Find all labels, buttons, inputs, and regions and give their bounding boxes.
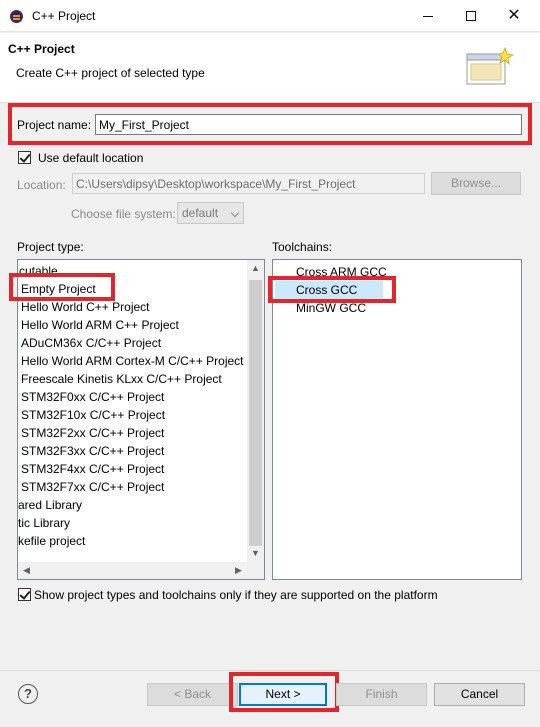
list-item[interactable]: STM32F3xx C/C++ Project [21,442,164,460]
scrollbar-thumb[interactable] [249,280,262,546]
show-supported-only-checkbox[interactable] [18,588,31,601]
eclipse-app-icon [10,10,23,23]
new-project-wizard-icon [466,46,515,85]
minimize-icon [423,16,433,17]
maximize-icon [466,11,476,21]
project-name-label: Project name: [17,118,92,132]
scroll-left-icon[interactable]: ◀ [18,562,35,579]
list-item[interactable]: STM32F7xx C/C++ Project [21,478,164,496]
list-item[interactable]: STM32F2xx C/C++ Project [21,424,164,442]
toolchains-list[interactable]: Cross ARM GCC Cross GCC MinGW GCC [272,259,522,580]
location-input[interactable] [72,173,425,194]
chevron-down-icon [230,208,240,218]
project-type-label: Project type: [17,240,84,254]
close-icon: ✕ [507,7,521,24]
project-name-input[interactable] [95,114,522,135]
wizard-title: C++ Project [8,42,75,56]
next-button-highlight [229,672,339,712]
minimize-button[interactable] [412,4,444,28]
list-item[interactable]: ADuCM36x C/C++ Project [21,334,161,352]
window-title: C++ Project [32,9,96,23]
back-button[interactable]: < Back [147,683,238,706]
list-item[interactable]: Hello World ARM Cortex-M C/C++ Project [21,352,244,370]
button-bar-separator [0,670,540,671]
project-type-horizontal-scrollbar[interactable]: ◀ ▶ [18,562,247,579]
list-item[interactable]: Freescale Kinetis KLxx C/C++ Project [21,370,222,388]
scroll-right-icon[interactable]: ▶ [230,562,247,579]
list-item[interactable]: kefile project [18,532,85,550]
project-type-list[interactable]: cutable Empty Project Hello World C++ Pr… [17,259,265,580]
scrollbar-corner [247,562,264,579]
list-item[interactable]: STM32F10x C/C++ Project [21,406,165,424]
filesystem-label: Choose file system: [71,207,176,221]
cross-gcc-highlight [268,276,396,303]
list-item[interactable]: ared Library [18,496,82,514]
list-item[interactable]: tic Library [18,514,70,532]
show-supported-only-label: Show project types and toolchains only i… [34,588,438,602]
empty-project-highlight [9,273,115,301]
cancel-button[interactable]: Cancel [434,683,525,706]
browse-button[interactable]: Browse... [431,172,521,195]
use-default-location-checkbox[interactable] [18,151,31,164]
wizard-description: Create C++ project of selected type [16,66,205,80]
use-default-location-label: Use default location [38,151,144,165]
project-type-vertical-scrollbar[interactable]: ▲ ▼ [247,260,264,562]
window-titlebar: C++ Project ✕ [0,0,540,32]
finish-button[interactable]: Finish [336,683,427,706]
scroll-up-icon[interactable]: ▲ [247,260,264,277]
list-item[interactable]: STM32F4xx C/C++ Project [21,460,164,478]
filesystem-value: default [182,206,219,220]
wizard-header: C++ Project Create C++ project of select… [0,33,540,103]
maximize-button[interactable] [455,4,487,28]
list-item[interactable]: Hello World ARM C++ Project [21,316,179,334]
location-label: Location: [17,178,66,192]
scroll-down-icon[interactable]: ▼ [247,545,264,562]
help-icon[interactable]: ? [18,684,38,704]
filesystem-select[interactable]: default [177,202,244,224]
list-item[interactable]: STM32F0xx C/C++ Project [21,388,164,406]
toolchains-label: Toolchains: [272,240,333,254]
close-button[interactable]: ✕ [498,4,530,28]
